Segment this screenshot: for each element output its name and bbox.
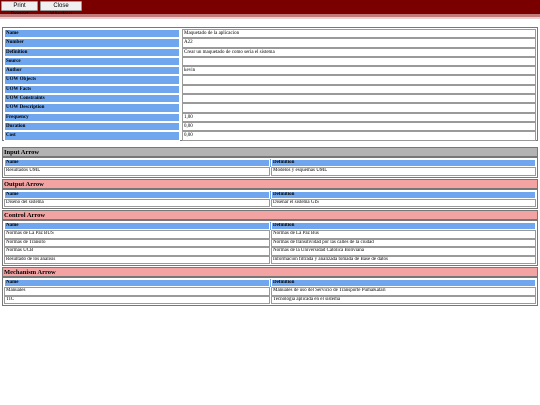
column-header-name: Name (4, 190, 270, 199)
property-value: 0,00 (182, 131, 536, 141)
property-label: UOW Objects (4, 75, 180, 85)
arrow-name-cell: Normas de La Paz BUS (4, 230, 270, 239)
property-row: UOW Description (4, 103, 536, 113)
table-row: Resultados UML Modelos y esquemas UML (4, 167, 536, 176)
property-value: 0,00 (182, 121, 536, 132)
table-row: Normas de La Paz BUS Normas de La Paz Bus (4, 230, 536, 239)
property-value: kevin (182, 66, 536, 76)
property-value (182, 75, 536, 85)
print-report-button[interactable]: Print Report (1, 1, 38, 18)
property-row: Frequency 1,00 (4, 112, 536, 122)
property-value (182, 56, 536, 67)
output-arrow-header: Name Definition (4, 190, 536, 199)
column-header-name: Name (4, 222, 270, 230)
table-row: Normas de Transito Normas de transitivida… (4, 238, 536, 247)
arrow-name-cell: Manuales (4, 287, 270, 296)
header-divider-light (0, 17, 540, 19)
column-header-definition: Definition (271, 190, 536, 199)
input-arrow-table: Name Definition Resultados UML Modelos y … (2, 157, 538, 178)
property-row: Duration 0,00 (4, 121, 536, 132)
property-value: Crear un maquetado de como seria el sist… (182, 47, 536, 57)
output-arrow-table: Name Definition Diseño del sistema Diseña… (2, 188, 538, 209)
mechanism-arrow-table: Name Definition Manuales Manuales de uso … (2, 277, 538, 306)
property-value: A22 (182, 38, 536, 48)
property-label: Cost (4, 131, 180, 141)
activity-properties-table: Name Maquetado de la aplicacion Number A22 D… (2, 27, 538, 141)
column-header-name: Name (4, 279, 270, 287)
property-label: Frequency (4, 112, 180, 122)
table-row: TIC Tecnologia aplicada en el sistema (4, 295, 536, 304)
table-row: Diseño del sistema Diseñar el sistema GIS (4, 198, 536, 207)
control-arrow-rows: Normas de La Paz BUS Normas de La Paz Bus… (4, 230, 536, 264)
property-row: UOW Constraints (4, 94, 536, 104)
property-label: Number (4, 38, 180, 48)
arrow-name-cell: Diseño del sistema (4, 198, 270, 207)
table-row: Normas UCB Normas de la Universidad Catol… (4, 247, 536, 256)
mechanism-arrow-rows: Manuales Manuales de uso del Servicio de … (4, 287, 536, 304)
property-label: Duration (4, 121, 180, 132)
property-label: UOW Description (4, 103, 180, 113)
input-arrow-header: Name Definition (4, 159, 536, 167)
output-arrow-title: Output Arrow (2, 178, 538, 189)
arrow-definition-cell: Modelos y esquemas UML (271, 167, 536, 176)
arrow-name-cell: Normas de Transito (4, 238, 270, 247)
property-value (182, 103, 536, 113)
arrows-section: Input Arrow Name Definition Resultados U… (2, 147, 538, 306)
arrow-definition-cell: Normas de transitividad por las calles d… (271, 238, 536, 247)
property-label: UOW Facts (4, 84, 180, 95)
arrow-definition-cell: Normas de La Paz Bus (271, 230, 536, 239)
property-value: 1,00 (182, 112, 536, 122)
arrow-name-cell: Resultado de los analisis (4, 255, 270, 264)
property-value: Maquetado de la aplicacion (182, 29, 536, 39)
property-label: UOW Constraints (4, 94, 180, 104)
table-row: Resultado de los analisis Informacion fil… (4, 255, 536, 264)
property-row: Definition Crear un maquetado de como ser… (4, 47, 536, 57)
arrow-name-cell: TIC (4, 295, 270, 304)
report-toolbar: Print Report Close Window (0, 0, 540, 18)
column-header-definition: Definition (271, 159, 536, 167)
property-label: Source (4, 56, 180, 67)
arrow-definition-cell: Normas de la Universidad Catolica Bolivi… (271, 247, 536, 256)
property-row: Number A22 (4, 38, 536, 48)
column-header-name: Name (4, 159, 270, 167)
property-value (182, 84, 536, 95)
property-value (182, 94, 536, 104)
column-header-definition: Definition (271, 222, 536, 230)
arrow-name-cell: Normas UCB (4, 247, 270, 256)
mechanism-arrow-header: Name Definition (4, 279, 536, 287)
arrow-name-cell: Resultados UML (4, 167, 270, 176)
property-label: Definition (4, 47, 180, 57)
properties-list: Name Maquetado de la aplicacion Number A22 D… (4, 29, 536, 141)
arrow-definition-cell: Tecnologia aplicada en el sistema (271, 295, 536, 304)
mechanism-arrow-title: Mechanism Arrow (2, 267, 538, 277)
property-row: Source (4, 56, 536, 67)
property-label: Name (4, 29, 180, 39)
column-header-definition: Definition (271, 279, 536, 287)
property-row: Author kevin (4, 66, 536, 76)
table-row: Manuales Manuales de uso del Servicio de … (4, 287, 536, 296)
property-row: Name Maquetado de la aplicacion (4, 29, 536, 39)
arrow-definition-cell: Manuales de uso del Servicio de Transpor… (271, 287, 536, 296)
property-row: Cost 0,00 (4, 131, 536, 141)
control-arrow-title: Control Arrow (2, 210, 538, 220)
close-window-button[interactable]: Close Window (40, 1, 82, 18)
property-row: UOW Objects (4, 75, 536, 85)
output-arrow-rows: Diseño del sistema Diseñar el sistema GIS (4, 198, 536, 207)
input-arrow-rows: Resultados UML Modelos y esquemas UML (4, 167, 536, 176)
property-row: UOW Facts (4, 84, 536, 95)
control-arrow-header: Name Definition (4, 222, 536, 230)
control-arrow-table: Name Definition Normas de La Paz BUS Norm… (2, 220, 538, 266)
arrow-definition-cell: Informacion filtrada y analizada tomada … (271, 255, 536, 264)
input-arrow-title: Input Arrow (2, 147, 538, 157)
property-label: Author (4, 66, 180, 76)
arrow-definition-cell: Diseñar el sistema GIS (271, 198, 536, 207)
